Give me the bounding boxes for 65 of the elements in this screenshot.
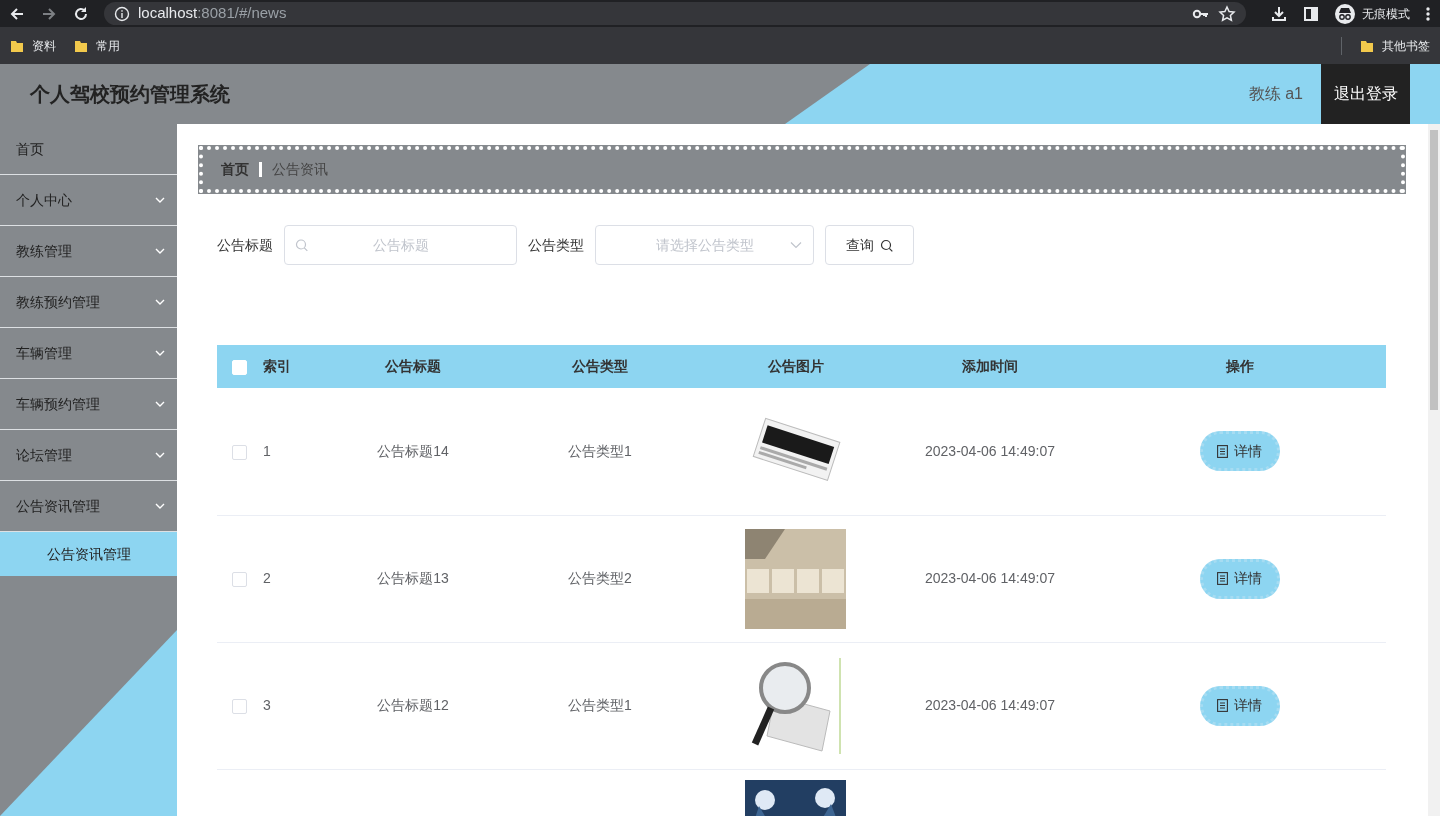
document-icon xyxy=(1217,699,1228,712)
info-icon[interactable] xyxy=(114,5,130,22)
details-button[interactable]: 详情 xyxy=(1199,685,1280,726)
column-header: 索引 xyxy=(263,358,291,374)
search-icon xyxy=(880,238,893,252)
chevron-icon xyxy=(155,197,165,203)
folder-icon xyxy=(74,38,88,53)
sidebar-subitem[interactable]: 公告资讯管理 xyxy=(0,532,177,576)
download-icon[interactable] xyxy=(1270,4,1288,23)
bookmark-link[interactable]: 资料 xyxy=(32,36,56,55)
search-icon xyxy=(295,238,308,252)
chevron-icon xyxy=(790,241,802,249)
table-cell: 公告类型1 xyxy=(568,697,632,713)
table-cell: 2023-04-06 14:49:07 xyxy=(925,697,1055,713)
query-button[interactable]: 查询 xyxy=(825,225,914,265)
select-field[interactable]: 请选择公告类型 xyxy=(595,225,814,265)
table-cell: 公告标题13 xyxy=(377,570,449,586)
column-header: 公告标题 xyxy=(385,358,441,374)
scrollbar-thumb[interactable] xyxy=(1430,130,1438,410)
select-all-checkbox[interactable] xyxy=(232,359,247,375)
side-panel-icon[interactable] xyxy=(1302,4,1320,23)
app-title: 个人驾校预约管理系统 xyxy=(30,82,230,107)
user-name: 教练 a1 xyxy=(1248,84,1303,104)
scrollbar[interactable] xyxy=(1428,124,1440,816)
table-cell: 3 xyxy=(263,697,271,713)
search-field[interactable]: 公告标题 xyxy=(284,225,517,265)
menu-icon[interactable] xyxy=(1424,4,1432,23)
filter-label: 公告类型 xyxy=(528,235,584,255)
folder-icon xyxy=(1360,38,1374,53)
url-text: localhost:8081/#/news xyxy=(138,3,287,24)
table-cell: 公告标题14 xyxy=(377,442,449,459)
incognito-icon[interactable] xyxy=(1334,2,1356,25)
filter-label: 公告标题 xyxy=(217,235,273,255)
row-checkbox[interactable] xyxy=(232,571,247,587)
bookmark-link[interactable]: 常用 xyxy=(96,36,120,55)
profile-label[interactable]: 无痕模式 xyxy=(1362,4,1410,23)
chevron-icon xyxy=(155,299,165,305)
column-header: 添加时间 xyxy=(962,358,1018,374)
star-icon[interactable] xyxy=(1218,4,1236,23)
table-cell: 公告标题12 xyxy=(377,697,449,713)
table-cell: 1 xyxy=(263,442,271,459)
table-cell: 公告类型1 xyxy=(568,442,632,459)
table-cell: 2023-04-06 14:49:07 xyxy=(925,570,1055,586)
document-icon xyxy=(1217,572,1228,585)
chevron-icon xyxy=(155,452,165,458)
bookmark-link[interactable]: 其他书签 xyxy=(1382,36,1430,55)
column-header: 公告图片 xyxy=(767,358,824,374)
table-cell: 2 xyxy=(263,570,271,586)
column-header: 公告类型 xyxy=(572,358,628,374)
details-button[interactable]: 详情 xyxy=(1199,431,1280,472)
chevron-icon xyxy=(155,350,165,356)
folder-icon xyxy=(10,38,24,53)
document-icon xyxy=(1217,444,1228,458)
row-checkbox[interactable] xyxy=(232,444,247,460)
table-cell: 公告类型2 xyxy=(568,570,632,586)
chevron-icon xyxy=(155,248,165,254)
row-checkbox[interactable] xyxy=(232,698,247,714)
chevron-icon xyxy=(155,503,165,509)
chevron-icon xyxy=(155,401,165,407)
column-header: 操作 xyxy=(1225,358,1254,374)
logout-button[interactable]: 退出登录 xyxy=(1321,64,1410,124)
details-button[interactable]: 详情 xyxy=(1199,558,1280,599)
table-cell: 2023-04-06 14:49:07 xyxy=(925,442,1055,459)
breadcrumb-link[interactable]: 首页 xyxy=(221,159,249,180)
address-bar[interactable]: localhost:8081/#/news xyxy=(104,2,1246,25)
